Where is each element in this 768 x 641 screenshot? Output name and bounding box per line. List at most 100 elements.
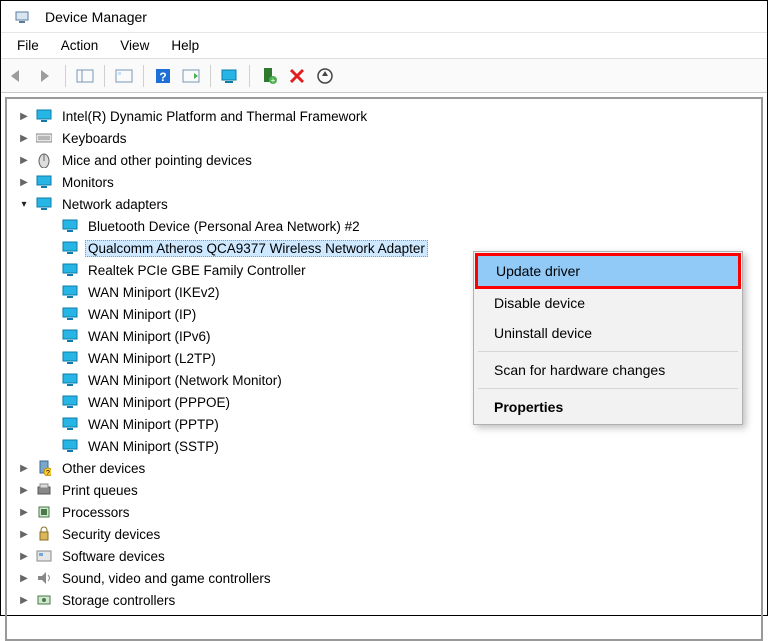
app-icon <box>13 8 31 26</box>
menu-action[interactable]: Action <box>51 35 109 56</box>
tree-label: WAN Miniport (IPv6) <box>85 328 214 345</box>
sound-icon <box>35 569 53 587</box>
printer-icon <box>35 481 53 499</box>
tree-node-storage[interactable]: ▶ Storage controllers <box>11 589 761 611</box>
tree-label: Keyboards <box>59 130 130 147</box>
expand-icon[interactable]: ▶ <box>17 571 31 585</box>
tree-label: Intel(R) Dynamic Platform and Thermal Fr… <box>59 108 370 125</box>
monitor-icon <box>35 173 53 191</box>
computer-icon <box>35 107 53 125</box>
tree-label: WAN Miniport (PPTP) <box>85 416 222 433</box>
help-button[interactable]: ? <box>152 65 174 87</box>
properties-button[interactable] <box>113 65 135 87</box>
context-menu-properties[interactable]: Properties <box>476 392 740 422</box>
tree-node-print-queues[interactable]: ▶ Print queues <box>11 479 761 501</box>
tree-node-processors[interactable]: ▶ Processors <box>11 501 761 523</box>
expand-icon[interactable]: ▶ <box>17 175 31 189</box>
collapse-icon[interactable]: ▾ <box>17 197 31 211</box>
tree-label: Sound, video and game controllers <box>59 570 274 587</box>
tree-label: WAN Miniport (PPPOE) <box>85 394 233 411</box>
expand-icon[interactable]: ▶ <box>17 505 31 519</box>
tree-node-network-adapters[interactable]: ▾ Network adapters <box>11 193 761 215</box>
action-button[interactable] <box>180 65 202 87</box>
menu-view[interactable]: View <box>110 35 159 56</box>
add-legacy-button[interactable]: + <box>258 65 280 87</box>
menu-file[interactable]: File <box>7 35 49 56</box>
tree-label: Processors <box>59 504 133 521</box>
menubar: File Action View Help <box>1 33 767 59</box>
context-menu-disable-device[interactable]: Disable device <box>476 288 740 318</box>
update-driver-button[interactable] <box>314 65 336 87</box>
monitor-icon <box>35 195 53 213</box>
tree-label: WAN Miniport (L2TP) <box>85 350 219 367</box>
monitor-icon <box>61 437 79 455</box>
security-icon <box>35 525 53 543</box>
tree-label: Storage controllers <box>59 592 178 609</box>
svg-text:?: ? <box>46 470 50 476</box>
expand-icon[interactable]: ▶ <box>17 483 31 497</box>
tree-label: Network adapters <box>59 196 171 213</box>
context-menu-update-driver[interactable]: Update driver <box>475 253 741 289</box>
tree-label: Mice and other pointing devices <box>59 152 255 169</box>
monitor-icon <box>61 415 79 433</box>
context-menu: Update driver Disable device Uninstall d… <box>473 251 743 425</box>
context-menu-separator <box>478 388 738 389</box>
tree-node-intel-platform[interactable]: ▶ Intel(R) Dynamic Platform and Thermal … <box>11 105 761 127</box>
tree-label: Security devices <box>59 526 163 543</box>
monitor-icon <box>61 327 79 345</box>
context-menu-label: Scan for hardware changes <box>494 362 665 378</box>
monitor-icon <box>61 239 79 257</box>
menu-help[interactable]: Help <box>161 35 209 56</box>
toolbar-separator <box>210 65 211 87</box>
expand-icon[interactable]: ▶ <box>17 593 31 607</box>
window-title: Device Manager <box>45 9 147 25</box>
tree-node-mice[interactable]: ▶ Mice and other pointing devices <box>11 149 761 171</box>
toolbar-separator <box>143 65 144 87</box>
tree-label: WAN Miniport (Network Monitor) <box>85 372 285 389</box>
tree-label: Print queues <box>59 482 141 499</box>
monitor-icon <box>61 283 79 301</box>
monitor-icon <box>61 261 79 279</box>
mouse-icon <box>35 151 53 169</box>
svg-text:+: + <box>271 76 276 85</box>
tree-node-software-devices[interactable]: ▶ Software devices <box>11 545 761 567</box>
expand-icon[interactable]: ▶ <box>17 109 31 123</box>
monitor-icon <box>61 305 79 323</box>
monitor-icon <box>61 371 79 389</box>
tree-label: WAN Miniport (IP) <box>85 306 199 323</box>
toolbar: ? + <box>1 59 767 93</box>
context-menu-uninstall-device[interactable]: Uninstall device <box>476 318 740 348</box>
scan-hardware-button[interactable] <box>219 65 241 87</box>
tree-label: Software devices <box>59 548 168 565</box>
expand-icon[interactable]: ▶ <box>17 549 31 563</box>
expand-icon[interactable]: ▶ <box>17 131 31 145</box>
processor-icon <box>35 503 53 521</box>
toolbar-separator <box>65 65 66 87</box>
back-button[interactable] <box>7 65 29 87</box>
monitor-icon <box>61 217 79 235</box>
show-hide-tree-button[interactable] <box>74 65 96 87</box>
tree-node-monitors[interactable]: ▶ Monitors <box>11 171 761 193</box>
expand-icon[interactable]: ▶ <box>17 153 31 167</box>
expand-icon[interactable]: ▶ <box>17 527 31 541</box>
monitor-icon <box>61 349 79 367</box>
tree-node-other-devices[interactable]: ▶ ? Other devices <box>11 457 761 479</box>
uninstall-button[interactable] <box>286 65 308 87</box>
tree-label: Monitors <box>59 174 117 191</box>
forward-button[interactable] <box>35 65 57 87</box>
tree-node-bt-device[interactable]: Bluetooth Device (Personal Area Network)… <box>37 215 761 237</box>
tree-label: Realtek PCIe GBE Family Controller <box>85 262 309 279</box>
tree-node-keyboards[interactable]: ▶ Keyboards <box>11 127 761 149</box>
context-menu-label: Disable device <box>494 295 585 311</box>
tree-label: Qualcomm Atheros QCA9377 Wireless Networ… <box>85 240 428 257</box>
tree-label: Bluetooth Device (Personal Area Network)… <box>85 218 363 235</box>
tree-node-wan-sstp[interactable]: WAN Miniport (SSTP) <box>37 435 761 457</box>
tree-label: WAN Miniport (IKEv2) <box>85 284 223 301</box>
toolbar-separator <box>249 65 250 87</box>
expand-icon[interactable]: ▶ <box>17 461 31 475</box>
context-menu-label: Properties <box>494 399 563 415</box>
tree-node-sound[interactable]: ▶ Sound, video and game controllers <box>11 567 761 589</box>
context-menu-scan-hardware[interactable]: Scan for hardware changes <box>476 355 740 385</box>
tree-node-security-devices[interactable]: ▶ Security devices <box>11 523 761 545</box>
storage-icon <box>35 591 53 609</box>
